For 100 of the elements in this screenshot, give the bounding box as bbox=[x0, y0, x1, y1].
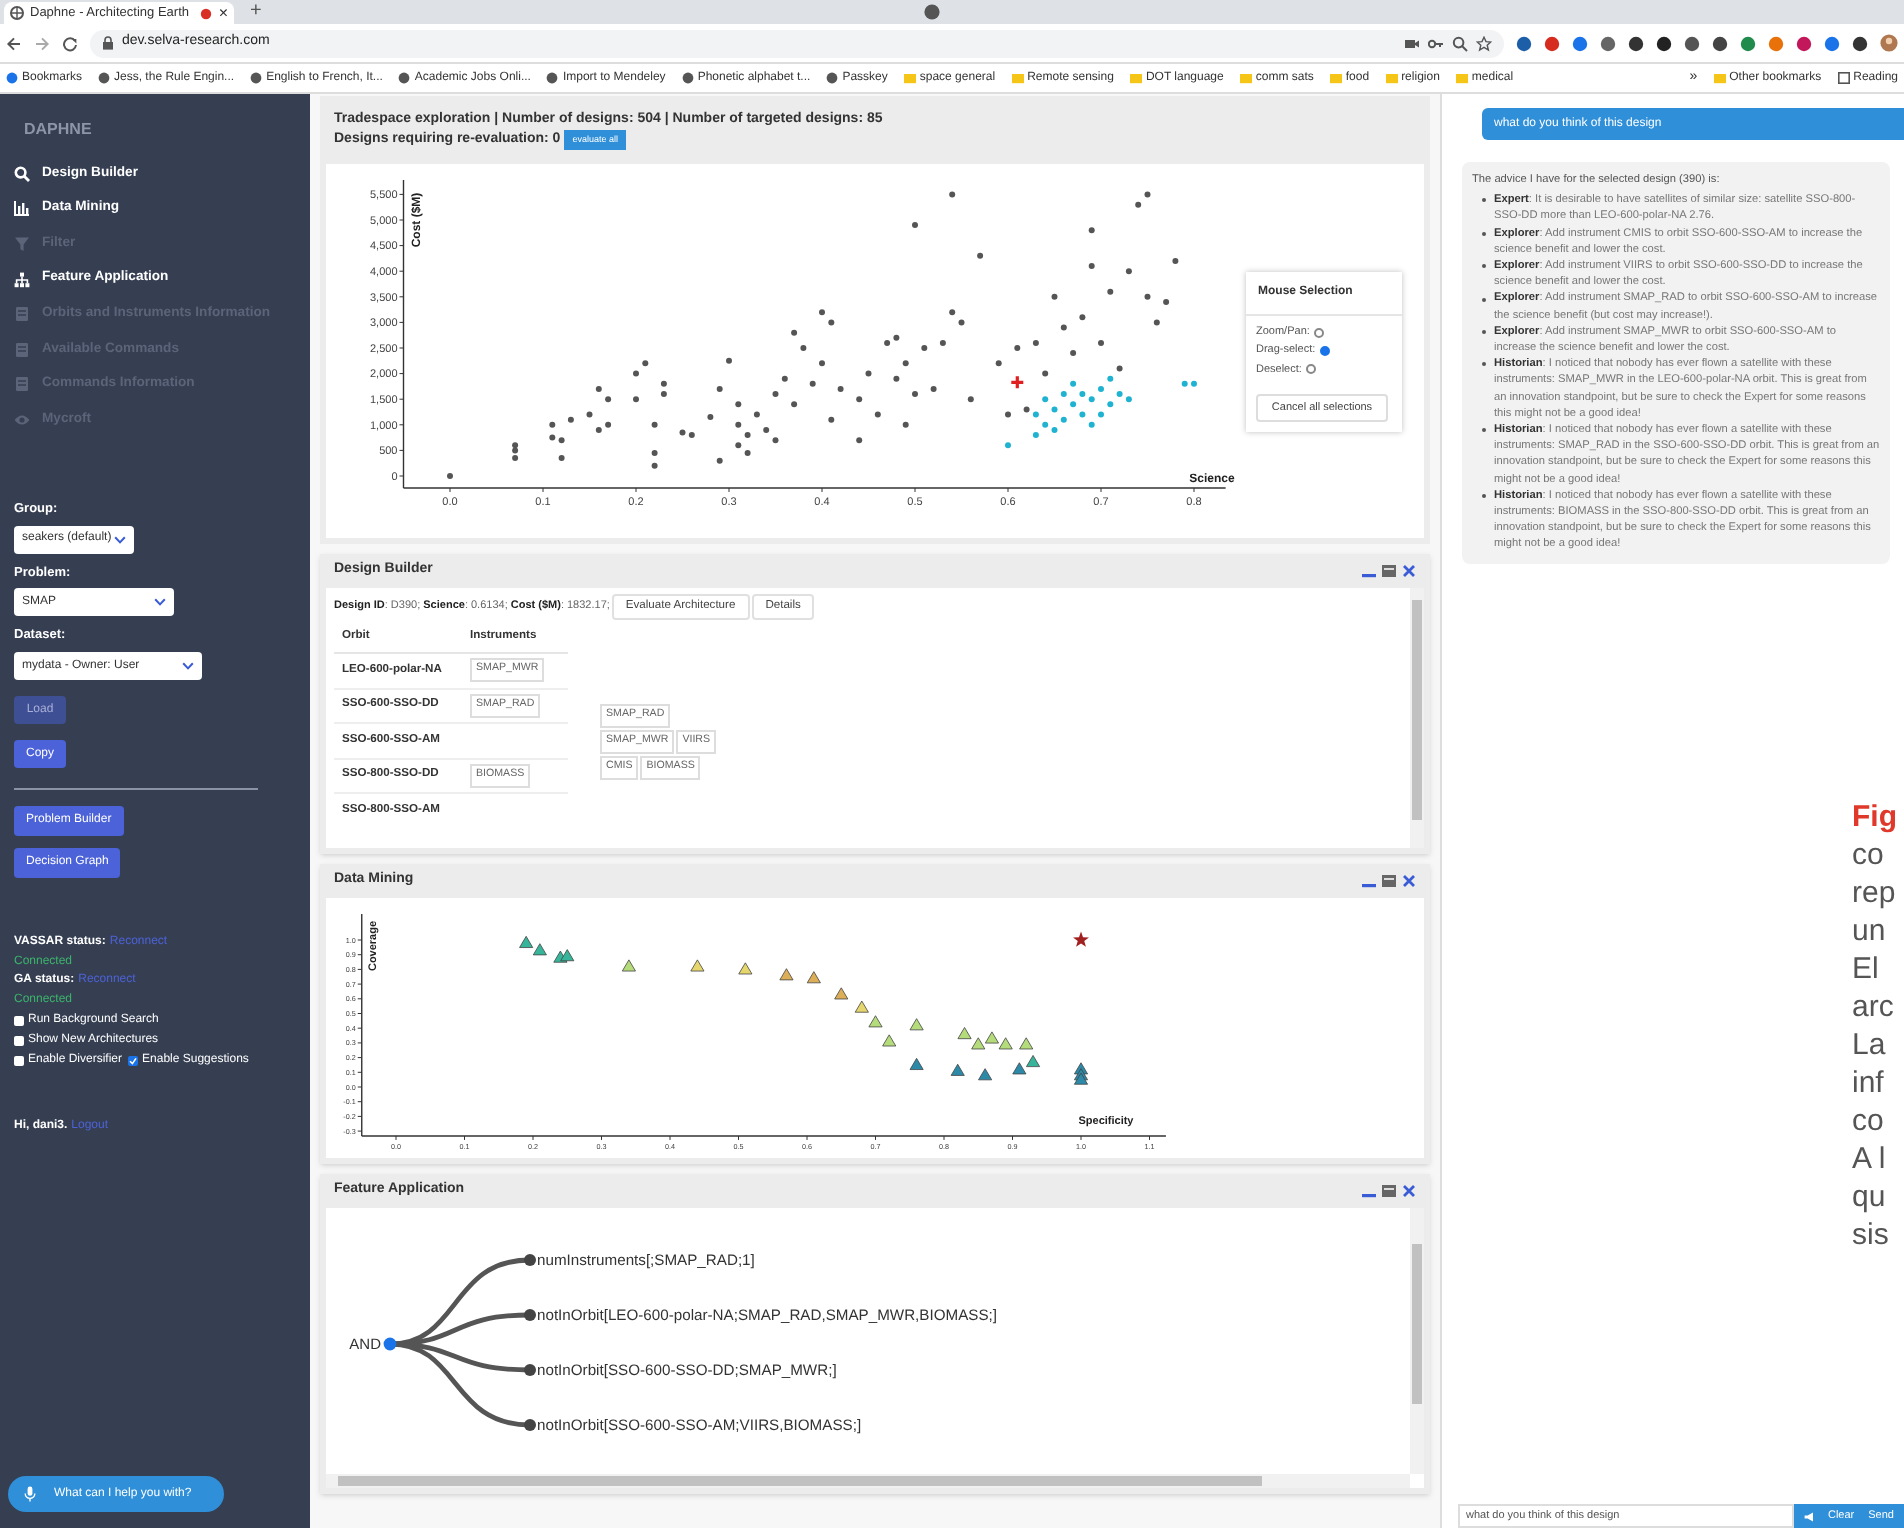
data-point bbox=[1051, 293, 1058, 300]
bookmark-icon bbox=[826, 72, 839, 84]
radio-button[interactable] bbox=[1313, 327, 1324, 338]
data-point bbox=[595, 385, 602, 392]
folder-icon bbox=[1713, 72, 1726, 84]
data-point bbox=[809, 380, 816, 387]
data-point bbox=[605, 396, 612, 403]
triangle-marker bbox=[621, 959, 636, 972]
caption-text: un bbox=[1852, 912, 1888, 950]
data-point bbox=[558, 455, 565, 462]
data-point bbox=[1005, 411, 1011, 418]
triangle-marker bbox=[779, 968, 794, 981]
caption-text: Fig bbox=[1852, 798, 1897, 836]
close-icon[interactable] bbox=[1402, 874, 1416, 888]
data-point bbox=[1098, 411, 1104, 418]
caption-text: co bbox=[1852, 836, 1886, 874]
data-point bbox=[1135, 201, 1142, 208]
bookmark-icon bbox=[546, 72, 559, 84]
window-icon[interactable] bbox=[1382, 874, 1396, 888]
data-point bbox=[763, 426, 770, 433]
scrollbar[interactable] bbox=[1410, 588, 1424, 848]
data-point bbox=[828, 319, 835, 326]
close-icon[interactable] bbox=[1402, 1184, 1416, 1198]
tab-close-button[interactable]: × bbox=[218, 5, 228, 21]
triangle-marker bbox=[806, 971, 821, 984]
data-point bbox=[977, 252, 984, 259]
data-point bbox=[856, 437, 863, 444]
caption-text: A l bbox=[1852, 1140, 1888, 1178]
data-point bbox=[605, 421, 612, 428]
new-tab-button[interactable]: + bbox=[250, 2, 262, 22]
folder-icon bbox=[1239, 72, 1252, 84]
folder-icon bbox=[1329, 72, 1342, 84]
back-arrow-icon[interactable] bbox=[6, 35, 22, 51]
data-point bbox=[912, 222, 918, 229]
data-point bbox=[1153, 319, 1160, 326]
scrollbar[interactable] bbox=[326, 1474, 1410, 1488]
data-point bbox=[930, 385, 937, 392]
bookmark-icon bbox=[98, 72, 111, 84]
data-point bbox=[595, 426, 602, 433]
folder-icon bbox=[1455, 72, 1468, 84]
caption-text: co bbox=[1852, 1102, 1886, 1140]
radio-button[interactable] bbox=[1305, 364, 1316, 375]
checkbox[interactable] bbox=[128, 1055, 139, 1065]
data-point bbox=[1088, 421, 1095, 428]
checkbox[interactable] bbox=[14, 1035, 24, 1045]
filter-icon bbox=[14, 235, 30, 252]
data-point bbox=[633, 396, 639, 403]
book-icon bbox=[14, 376, 30, 393]
close-icon[interactable] bbox=[1402, 564, 1416, 578]
checkbox[interactable] bbox=[14, 1015, 24, 1025]
data-point bbox=[1181, 380, 1188, 387]
profile-icon[interactable] bbox=[924, 4, 940, 20]
data-point bbox=[1172, 257, 1179, 264]
data-point bbox=[1079, 314, 1086, 321]
caption-text: sis bbox=[1852, 1216, 1891, 1254]
checkbox[interactable] bbox=[14, 1055, 24, 1065]
caption-text: rep bbox=[1852, 874, 1897, 912]
data-point bbox=[1088, 263, 1095, 270]
data-point bbox=[1088, 227, 1095, 234]
data-point bbox=[893, 375, 900, 382]
chevron-down-icon bbox=[154, 598, 166, 607]
speaker-icon[interactable] bbox=[1803, 1511, 1814, 1521]
reload-icon[interactable] bbox=[62, 35, 78, 51]
data-point bbox=[1051, 406, 1058, 413]
avatar-icon[interactable] bbox=[1880, 34, 1898, 52]
data-point bbox=[800, 345, 807, 351]
data-point bbox=[1014, 345, 1021, 351]
list-icon bbox=[1837, 72, 1850, 84]
window-icon[interactable] bbox=[1382, 564, 1396, 578]
data-point bbox=[753, 411, 760, 418]
microphone-icon bbox=[24, 1486, 36, 1502]
root-node bbox=[383, 1337, 397, 1351]
folder-icon bbox=[1129, 72, 1142, 84]
bar-chart-icon bbox=[14, 200, 30, 217]
data-point bbox=[1070, 401, 1077, 408]
window-icon[interactable] bbox=[1382, 1184, 1396, 1198]
triangle-marker bbox=[882, 1034, 897, 1047]
data-point bbox=[642, 360, 649, 367]
data-point bbox=[549, 421, 556, 428]
triangle-marker bbox=[909, 1018, 924, 1031]
data-point bbox=[1070, 380, 1077, 387]
leaf-node bbox=[524, 1309, 536, 1321]
chevron-down-icon bbox=[182, 662, 194, 670]
bookmark-icon bbox=[250, 72, 263, 84]
data-point bbox=[651, 449, 658, 456]
zoom-icon bbox=[1452, 35, 1468, 51]
radio-button[interactable] bbox=[1319, 345, 1330, 356]
data-point bbox=[772, 391, 779, 398]
data-point bbox=[567, 416, 574, 423]
key-icon bbox=[1428, 35, 1444, 51]
data-point bbox=[716, 385, 723, 392]
data-point bbox=[856, 396, 863, 403]
data-point bbox=[735, 421, 742, 428]
data-point bbox=[819, 360, 825, 367]
data-point bbox=[1060, 416, 1067, 423]
triangle-marker bbox=[1019, 1037, 1034, 1050]
data-point bbox=[772, 437, 779, 444]
folder-icon bbox=[1011, 72, 1024, 84]
scrollbar[interactable] bbox=[1410, 1208, 1424, 1474]
caption-text: La bbox=[1852, 1026, 1888, 1064]
